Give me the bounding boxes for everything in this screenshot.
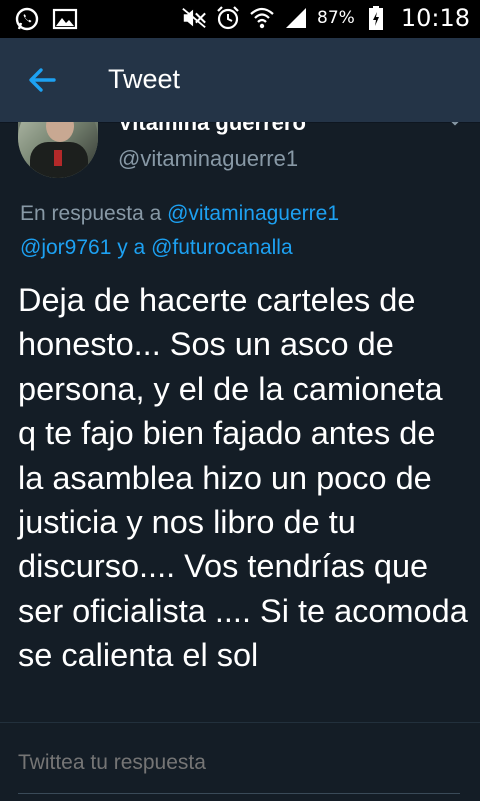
- reply-underline: [18, 793, 460, 794]
- clock: 10:18: [400, 4, 470, 32]
- reply-context-2: @jor9761 y a @futurocanalla: [20, 236, 293, 260]
- app-bar: Tweet: [0, 38, 480, 123]
- battery-percent: 87%: [317, 8, 355, 28]
- reply-joiner: y a: [117, 236, 146, 259]
- reply-mention-2[interactable]: @jor9761: [20, 236, 111, 259]
- back-arrow-icon[interactable]: [24, 62, 66, 98]
- reply-mention-1[interactable]: @vitaminaguerre1: [167, 202, 339, 225]
- gallery-icon: [52, 6, 78, 32]
- reply-context: En respuesta a @vitaminaguerre1: [20, 202, 339, 226]
- reply-input[interactable]: [18, 751, 458, 775]
- reply-prefix: En respuesta a: [20, 202, 162, 225]
- wifi-icon: [249, 5, 275, 31]
- reply-mention-3[interactable]: @futurocanalla: [151, 236, 293, 259]
- avatar[interactable]: [18, 122, 98, 178]
- reply-bar: [0, 722, 480, 801]
- author-handle[interactable]: @vitaminaguerre1: [118, 146, 298, 172]
- whatsapp-icon: [14, 6, 40, 32]
- page-title: Tweet: [108, 64, 181, 94]
- signal-icon: [283, 5, 309, 31]
- tweet-text: Deja de hacerte carteles de honesto... S…: [18, 282, 468, 674]
- alarm-icon: [215, 5, 241, 31]
- mute-icon: [181, 5, 207, 31]
- tweet-detail: Vitamina guerrero @vitaminaguerre1 En re…: [0, 122, 480, 722]
- status-bar: 87% 10:18: [0, 0, 480, 38]
- battery-icon: [363, 5, 389, 31]
- author-name[interactable]: Vitamina guerrero: [118, 122, 306, 136]
- chevron-down-icon[interactable]: [448, 122, 462, 126]
